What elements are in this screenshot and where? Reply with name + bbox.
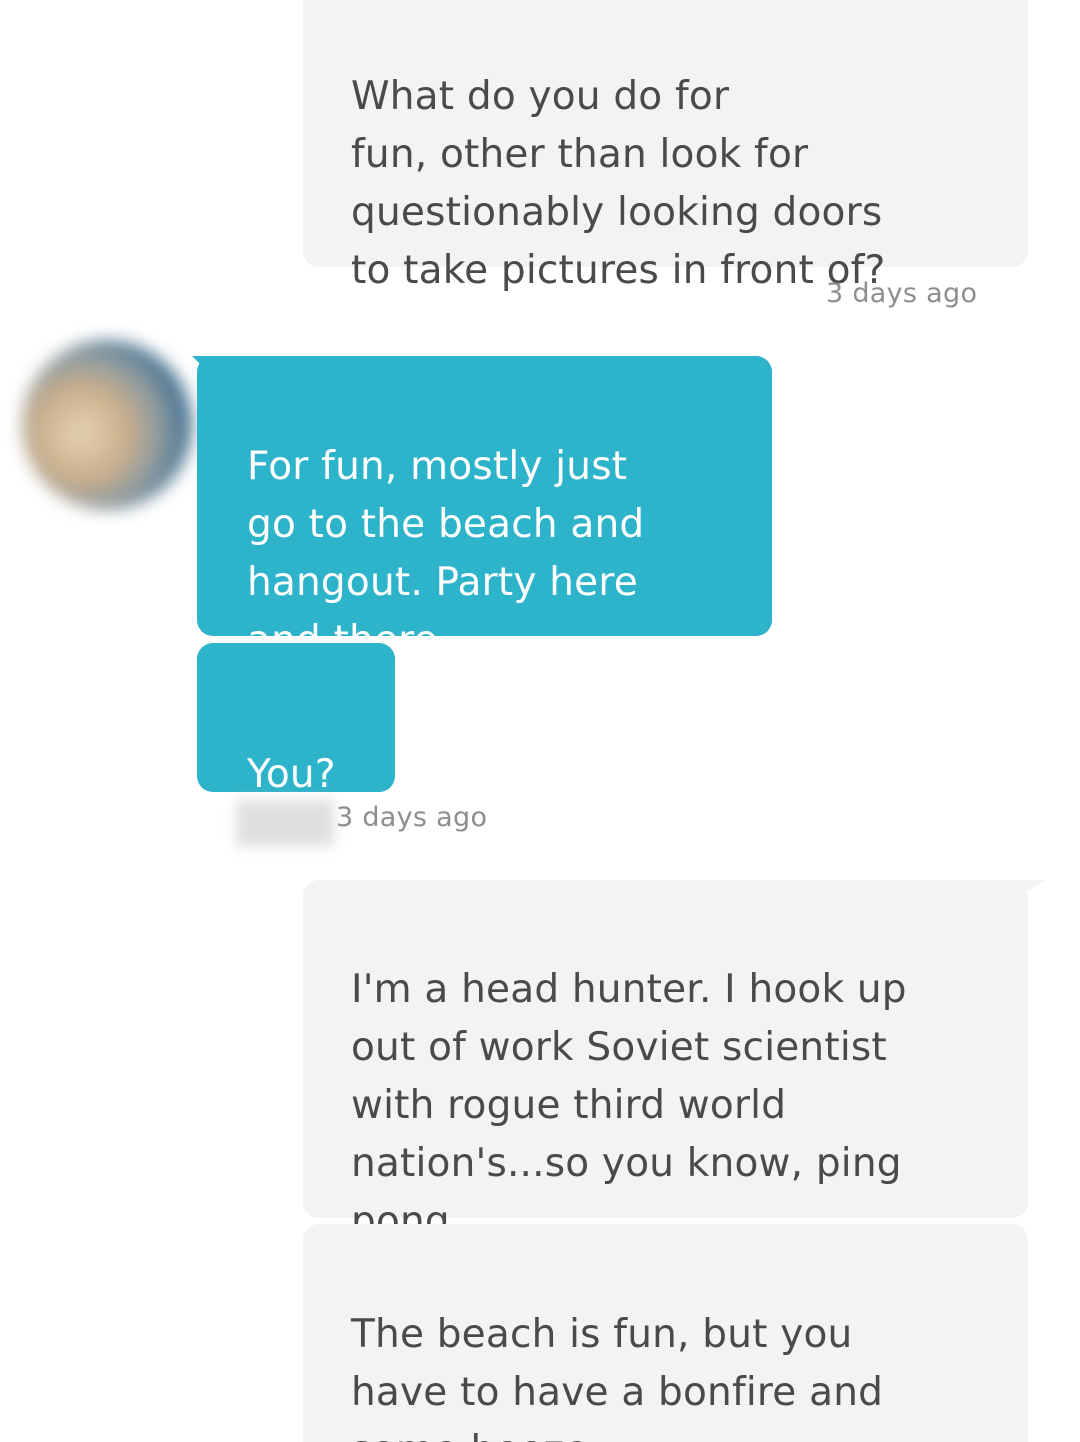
message-text: I'm a head hunter. I hook up out of work… bbox=[351, 967, 907, 1244]
received-message-bubble[interactable]: For fun, mostly just go to the beach and… bbox=[197, 356, 772, 663]
message-text: You? bbox=[247, 752, 336, 797]
message-text: The beach is fun, but you have to have a… bbox=[351, 1312, 884, 1442]
message-timestamp: 3 days ago bbox=[826, 278, 978, 309]
message-timestamp: 3 days ago bbox=[336, 802, 488, 833]
sent-message-bubble[interactable]: The beach is fun, but you have to have a… bbox=[303, 1224, 1028, 1442]
sent-message-bubble[interactable]: What do you do for fun, other than look … bbox=[303, 0, 1028, 293]
received-message-bubble[interactable]: You? bbox=[197, 643, 395, 797]
message-text: What do you do for fun, other than look … bbox=[351, 74, 886, 293]
match-avatar[interactable] bbox=[22, 340, 192, 510]
blurred-name bbox=[236, 800, 334, 846]
sent-message-bubble[interactable]: I'm a head hunter. I hook up out of work… bbox=[303, 880, 1028, 1244]
message-text: For fun, mostly just go to the beach and… bbox=[247, 444, 645, 663]
